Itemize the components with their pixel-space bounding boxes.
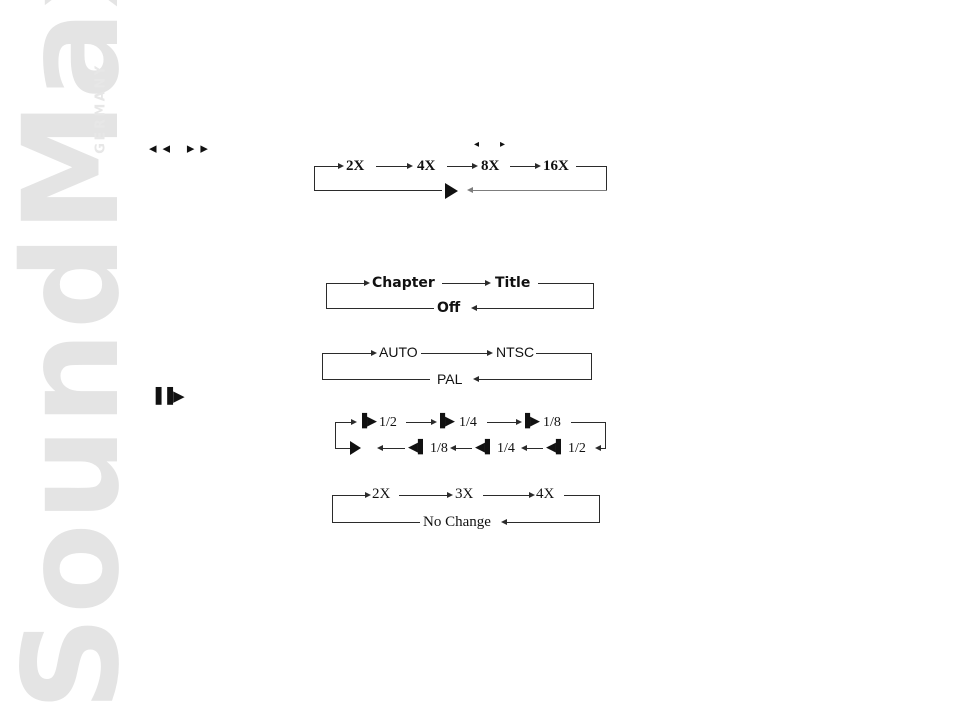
diagram-tv-system: AUTO NTSC PAL	[321, 342, 596, 387]
diagram-slow-motion-speed: ▐▶ 1/2 ▐▶ 1/4 ▐▶ 1/8 ◀▌ 1/2 ◀▌ 1/4 ◀▌ 1/…	[334, 412, 609, 457]
label-auto: AUTO	[379, 344, 418, 360]
label-off: Off	[437, 300, 461, 316]
label-zoom-3x: 3X	[455, 486, 474, 502]
label-slow-rev-half: 1/2	[568, 441, 586, 456]
diagram-repeat-mode: Chapter Title Off	[325, 272, 600, 317]
slow-forward-icon-2: ▐▶	[435, 414, 455, 429]
label-8x: 8X	[481, 158, 500, 174]
page-canvas: SoundMax GERMANY ◂◂ ▸▸ ▐▐▶ ◂ ▸ 2X 4X 8X …	[0, 0, 954, 711]
play-triangle-icon	[445, 183, 458, 199]
watermark-brand: SoundMax	[0, 0, 149, 711]
watermark: SoundMax GERMANY	[0, 0, 160, 711]
label-slow-rev-eighth: 1/8	[430, 441, 448, 456]
label-slow-rev-quarter: 1/4	[497, 441, 515, 456]
label-2x: 2X	[346, 158, 365, 174]
label-zoom-4x: 4X	[536, 486, 555, 502]
label-chapter: Chapter	[372, 275, 435, 291]
label-title: Title	[495, 275, 531, 291]
slow-forward-icon-1: ▐▶	[357, 414, 377, 429]
label-no-change: No Change	[423, 514, 491, 530]
mini-left-arrow-icon: ◂	[474, 139, 480, 150]
label-4x: 4X	[417, 158, 436, 174]
label-ntsc: NTSC	[496, 344, 535, 360]
rewind-fastforward-key-icon: ◂◂ ▸▸	[149, 139, 214, 157]
label-slow-fwd-quarter: 1/4	[459, 415, 477, 430]
play-triangle-icon	[350, 441, 361, 455]
slow-forward-icon-3: ▐▶	[520, 414, 540, 429]
label-16x: 16X	[543, 158, 569, 174]
slow-reverse-icon-1: ◀▌	[546, 440, 566, 455]
slow-reverse-icon-2: ◀▌	[475, 440, 495, 455]
mini-right-arrow-icon: ▸	[500, 139, 506, 150]
diagram-fast-playback-speed: ◂ ▸ 2X 4X 8X 16X	[313, 140, 613, 200]
slow-reverse-icon-3: ◀▌	[408, 440, 428, 455]
label-slow-fwd-half: 1/2	[379, 415, 397, 430]
slow-playback-key-icon: ▐▐▶	[150, 387, 185, 405]
label-pal: PAL	[437, 371, 463, 387]
label-slow-fwd-eighth: 1/8	[543, 415, 561, 430]
label-zoom-2x: 2X	[372, 486, 391, 502]
watermark-country: GERMANY	[93, 63, 109, 154]
diagram-zoom-level: 2X 3X 4X No Change	[331, 484, 606, 530]
